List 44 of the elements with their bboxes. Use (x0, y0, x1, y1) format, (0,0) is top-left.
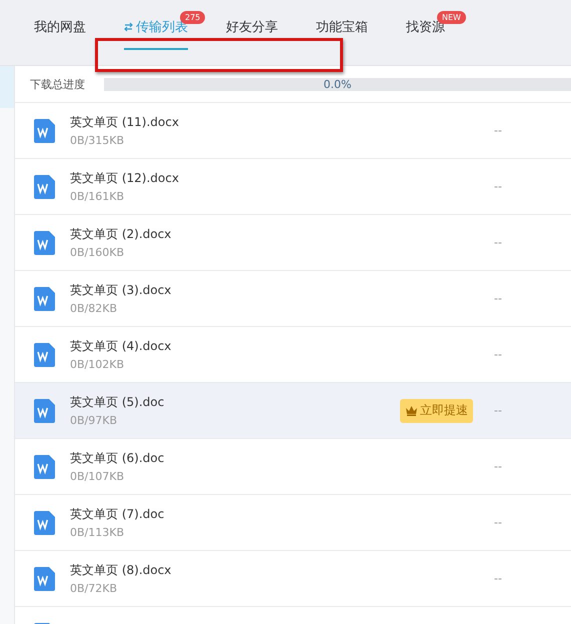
file-status: -- (494, 236, 502, 249)
file-size: 0B/161KB (70, 190, 126, 203)
file-name: 英文单页 (11).docx (70, 114, 180, 131)
file-name: 英文单页 (12).docx (70, 170, 180, 187)
file-status: -- (494, 124, 502, 137)
word-document-icon (34, 566, 55, 590)
word-document-icon (34, 118, 55, 142)
file-size: 0B/102KB (70, 358, 126, 371)
file-name: 英文单页 (6).doc (70, 450, 166, 467)
file-name: 英文单页 (4).docx (70, 338, 172, 355)
file-row[interactable]: 英文单页 (5).doc 0B/97KB 立即提速 -- (15, 383, 571, 439)
file-size: 0B/113KB (70, 526, 126, 539)
word-document-icon (34, 510, 55, 534)
nav-tab[interactable]: 好友分享 (226, 18, 278, 50)
progress-label: 下载总进度 (30, 76, 86, 92)
file-size: 0B/107KB (70, 470, 126, 483)
sidebar-item[interactable] (0, 66, 14, 108)
nav-tab[interactable]: 我的网盘 (34, 18, 86, 50)
file-name: 英文单页 (5).doc (70, 394, 166, 411)
word-document-icon (34, 342, 55, 366)
file-status: -- (494, 180, 502, 193)
word-document-icon (34, 174, 55, 198)
file-status: -- (494, 516, 502, 529)
file-name: 英文单页 (2).docx (70, 226, 172, 243)
file-name: 英文单页 (7).doc (70, 506, 166, 523)
file-status: -- (494, 292, 502, 305)
file-status: -- (494, 404, 502, 417)
progress-reading: 0.0% (324, 78, 352, 90)
word-document-icon (34, 398, 55, 422)
file-status: -- (494, 348, 502, 361)
file-size: 0B/160KB (70, 246, 126, 259)
file-name: 英文单页 (3).docx (70, 282, 172, 299)
word-document-icon (34, 454, 55, 478)
file-size: 0B/72KB (70, 582, 118, 595)
file-size: 0B/315KB (70, 134, 126, 147)
file-size: 0B/97KB (70, 414, 118, 427)
file-status: -- (494, 572, 502, 585)
word-document-icon (34, 286, 55, 310)
crown-icon (405, 405, 418, 416)
word-document-icon (34, 230, 55, 254)
file-status: -- (494, 460, 502, 473)
nav-tab[interactable]: 功能宝箱 (316, 18, 368, 50)
file-name: 英文单页 (8).docx (70, 562, 172, 579)
file-size: 0B/82KB (70, 302, 118, 315)
